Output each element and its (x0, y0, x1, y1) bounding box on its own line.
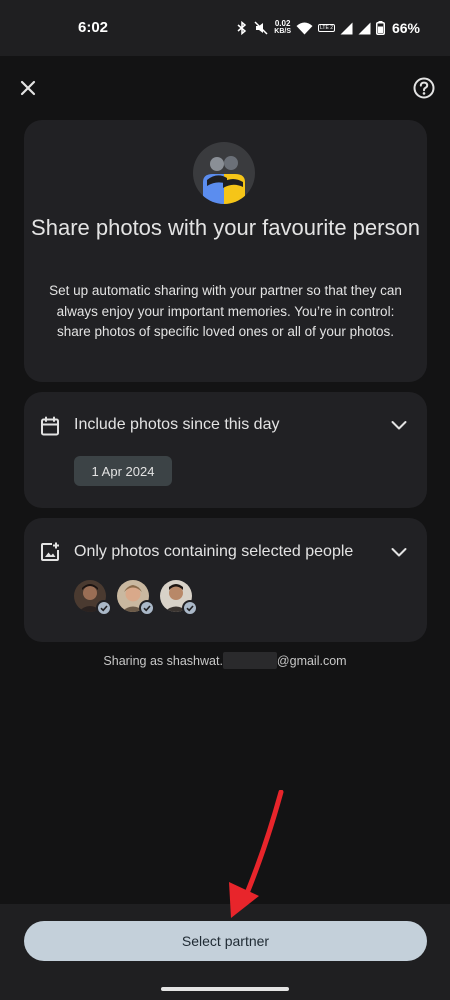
chevron-down-icon[interactable] (388, 414, 410, 436)
account-prefix: Sharing as shashwat. (103, 654, 223, 668)
bluetooth-icon (237, 21, 247, 35)
wifi-icon (296, 22, 313, 34)
check-badge-icon (182, 600, 198, 616)
selected-person-avatar (160, 580, 198, 616)
chevron-down-icon[interactable] (388, 541, 410, 563)
partner-illustration-icon (193, 142, 255, 204)
close-icon (20, 80, 36, 96)
calendar-icon (41, 416, 59, 436)
mute-icon (254, 21, 268, 35)
status-time: 6:02 (78, 19, 109, 36)
add-photo-person-icon (41, 542, 59, 561)
battery-percent: 66% (391, 20, 420, 36)
sharing-as-text: Sharing as shashwat. @gmail.com (0, 652, 450, 669)
select-partner-button[interactable]: Select partner (24, 921, 427, 961)
lte-badge: LTE 2 (318, 24, 335, 32)
check-badge-icon (139, 600, 155, 616)
redacted-block (222, 652, 277, 669)
selected-person-avatar (74, 580, 112, 616)
battery-icon (375, 21, 385, 35)
help-icon (413, 77, 435, 99)
red-arrow-icon (229, 790, 284, 918)
close-button[interactable] (14, 74, 42, 102)
date-option-label: Include photos since this day (74, 416, 280, 433)
signal-icon-1 (340, 22, 353, 34)
account-suffix: @gmail.com (276, 654, 347, 668)
home-indicator[interactable] (161, 987, 289, 991)
signal-icon-2 (358, 22, 371, 34)
status-icons: 0.02 KB/S LTE 2 66% (236, 16, 420, 40)
help-button[interactable] (410, 74, 438, 102)
selected-person-avatar (117, 580, 155, 616)
net-speed: 0.02 KB/S (274, 19, 291, 36)
date-chip[interactable]: 1 Apr 2024 (74, 456, 172, 486)
status-bar: 6:02 0.02 KB/S LTE 2 66% (0, 0, 450, 56)
intro-title: Share photos with your favourite person (31, 215, 420, 240)
date-option-card[interactable] (24, 392, 427, 508)
check-badge-icon (96, 600, 112, 616)
people-option-label: Only photos containing selected people (74, 543, 354, 560)
intro-description: Set up automatic sharing with your partn… (49, 283, 402, 339)
